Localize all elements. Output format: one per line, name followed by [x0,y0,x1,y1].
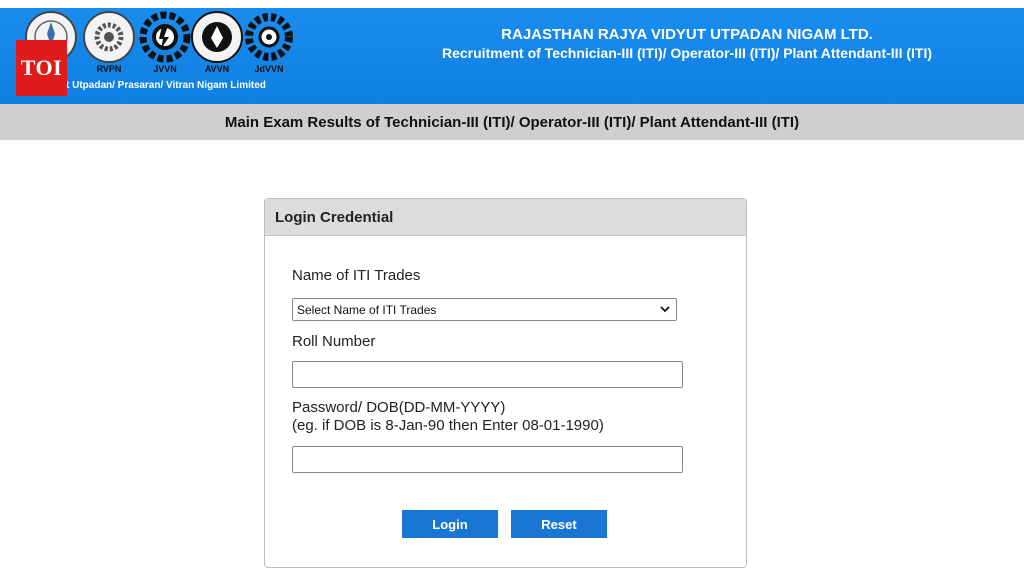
login-panel-header: Login Credential [265,199,746,236]
result-title: Main Exam Results of Technician-III (ITI… [224,113,800,131]
org-title: RAJASTHAN RAJYA VIDYUT UTPADAN NIGAM LTD… [501,26,873,43]
recruitment-title: Recruitment of Technician-III (ITI)/ Ope… [442,45,932,61]
logo-label-rvpn: RVPN [96,64,122,74]
rvpn-emblem-icon [83,11,135,63]
site-header: RVPN JVVN AVVN JdVVN t Utpadan/ Prasaran… [0,0,1024,104]
avvn-emblem-icon [191,11,243,63]
logo-label-avvn: AVVN [204,64,230,74]
trade-label: Name of ITI Trades [292,267,421,284]
login-panel-title: Login Credential [275,208,394,226]
trade-select-value: Select Name of ITI Trades [297,302,437,317]
jdvvn-gear-icon [245,13,293,61]
password-input[interactable] [292,446,683,473]
password-label: Password/ DOB(DD-MM-YYYY) [292,399,506,416]
roll-number-label: Roll Number [292,333,376,350]
trade-select[interactable]: Select Name of ITI Trades [292,298,677,321]
logos-caption: t Utpadan/ Prasaran/ Vitran Nigam Limite… [66,80,266,91]
logo-label-jdvvn: JdVVN [254,64,284,74]
jvvn-gear-icon [139,11,191,63]
chevron-down-icon [660,306,670,313]
toi-watermark: TOI [16,40,67,96]
password-hint: (eg. if DOB is 8-Jan-90 then Enter 08-01… [292,417,604,434]
logo-label-jvvn: JVVN [153,64,177,74]
login-panel: Login Credential Name of ITI Trades Sele… [264,198,747,568]
result-title-bar: Main Exam Results of Technician-III (ITI… [0,104,1024,140]
login-button[interactable]: Login [402,510,498,538]
roll-number-input[interactable] [292,361,683,388]
reset-button[interactable]: Reset [511,510,607,538]
top-strip [0,0,1024,8]
